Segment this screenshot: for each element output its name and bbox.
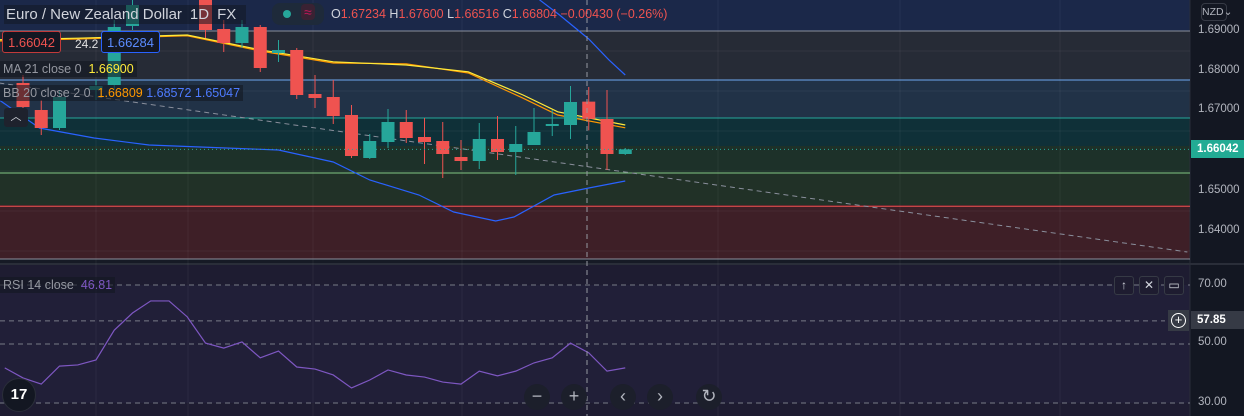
reset-chart-button[interactable]: ↻ [696,384,722,410]
plus-circle-icon: + [1171,313,1186,328]
data-wave-icon: ≈ [301,4,315,20]
candle-up [564,102,577,125]
candle-down [600,119,614,154]
price-zones [0,0,1244,416]
close-value: 1.66804 [511,7,557,21]
axis-label: 1.67000 [1198,103,1240,115]
close-icon: ✕ [1143,278,1155,292]
candle-up [381,122,395,142]
scroll-back-button[interactable]: ‹ [610,384,636,410]
tradingview-logo[interactable]: 17 [2,378,36,412]
candle-down [582,101,596,119]
chevron-down-icon: ⌄ [1223,6,1233,18]
price-chart[interactable] [0,0,1244,416]
candle-down [345,115,358,156]
change-value: −0.00430 (−0.26%) [560,7,668,21]
close-pane-button[interactable]: ✕ [1139,276,1159,295]
candle-down [34,110,48,128]
ohlc-legend: O1.67234 H1.67600 L1.66516 C1.66804 −0.0… [331,7,668,21]
candle-down [290,50,304,95]
ma-value: 1.66900 [88,62,134,76]
axis-label: 1.64000 [1198,224,1240,236]
candle-up [545,124,559,126]
maximize-pane-button[interactable]: ▭ [1164,276,1184,295]
candle-down [326,97,340,116]
candle-up [618,149,632,154]
ma-legend[interactable]: MA 21 close 0 1.66900 [0,61,137,77]
price-zone [0,172,1190,205]
exchange-label: FX [217,6,237,23]
candle-down [454,157,468,161]
arrow-up-icon: ↑ [1121,278,1127,292]
market-status-pill[interactable]: ≈ [272,3,324,25]
candle-down [308,94,322,98]
scroll-forward-button[interactable]: › [647,384,673,410]
maximize-icon: ▭ [1168,278,1180,292]
collapse-legend-button[interactable]: ︿ [4,108,28,127]
symbol-name: Euro / New Zealand Dollar [6,6,182,23]
move-pane-up-button[interactable]: ↑ [1114,276,1134,295]
buy-button[interactable]: 1.66284 [101,31,160,53]
market-open-icon [283,10,291,18]
interval-label[interactable]: 1D [190,6,209,23]
sell-button[interactable]: 1.66042 [2,31,61,53]
candle-down [217,29,231,43]
currency-selector[interactable]: NZD⌄ [1201,3,1232,21]
bb-legend[interactable]: BB 20 close 2 0 1.66809 1.68572 1.65047 [0,85,244,101]
rsi-axis-label: 70.00 [1198,278,1227,290]
rsi-value: 46.81 [80,278,113,292]
price-zone [0,31,1190,80]
candle-down [436,141,450,154]
candle-up [363,141,377,158]
candle-down [418,137,431,142]
spread-label: 24.2 [75,37,99,51]
candle-up [472,139,486,161]
last-price-badge: 1.66042 [1191,140,1244,158]
zoom-in-button[interactable]: + [561,384,587,410]
add-alert-button[interactable]: + [1168,310,1189,331]
zoom-out-button[interactable]: − [524,384,550,410]
open-value: 1.67234 [340,7,386,21]
axis-label: 1.68000 [1198,64,1240,76]
candle-up [53,97,66,128]
candle-down [491,139,504,152]
rsi-crosshair-badge: 57.85 [1191,311,1244,329]
high-value: 1.67600 [398,7,444,21]
price-zone [0,146,1190,172]
symbol-title[interactable]: Euro / New Zealand Dollar 1D FX [4,5,247,24]
chevron-up-icon: ︿ [10,111,22,123]
candle-down [253,27,267,68]
axis-label: 1.65000 [1198,184,1240,196]
rsi-axis-label: 50.00 [1198,336,1227,348]
candle-up [509,144,523,152]
candle-down [399,122,413,138]
rsi-axis-label: 30.00 [1198,396,1227,408]
candle-up [272,50,285,53]
low-value: 1.66516 [454,7,500,21]
candle-up [527,132,541,145]
rsi-legend[interactable]: RSI 14 close 46.81 [0,277,116,293]
axis-label: 1.69000 [1198,24,1240,36]
candle-up [235,27,249,43]
